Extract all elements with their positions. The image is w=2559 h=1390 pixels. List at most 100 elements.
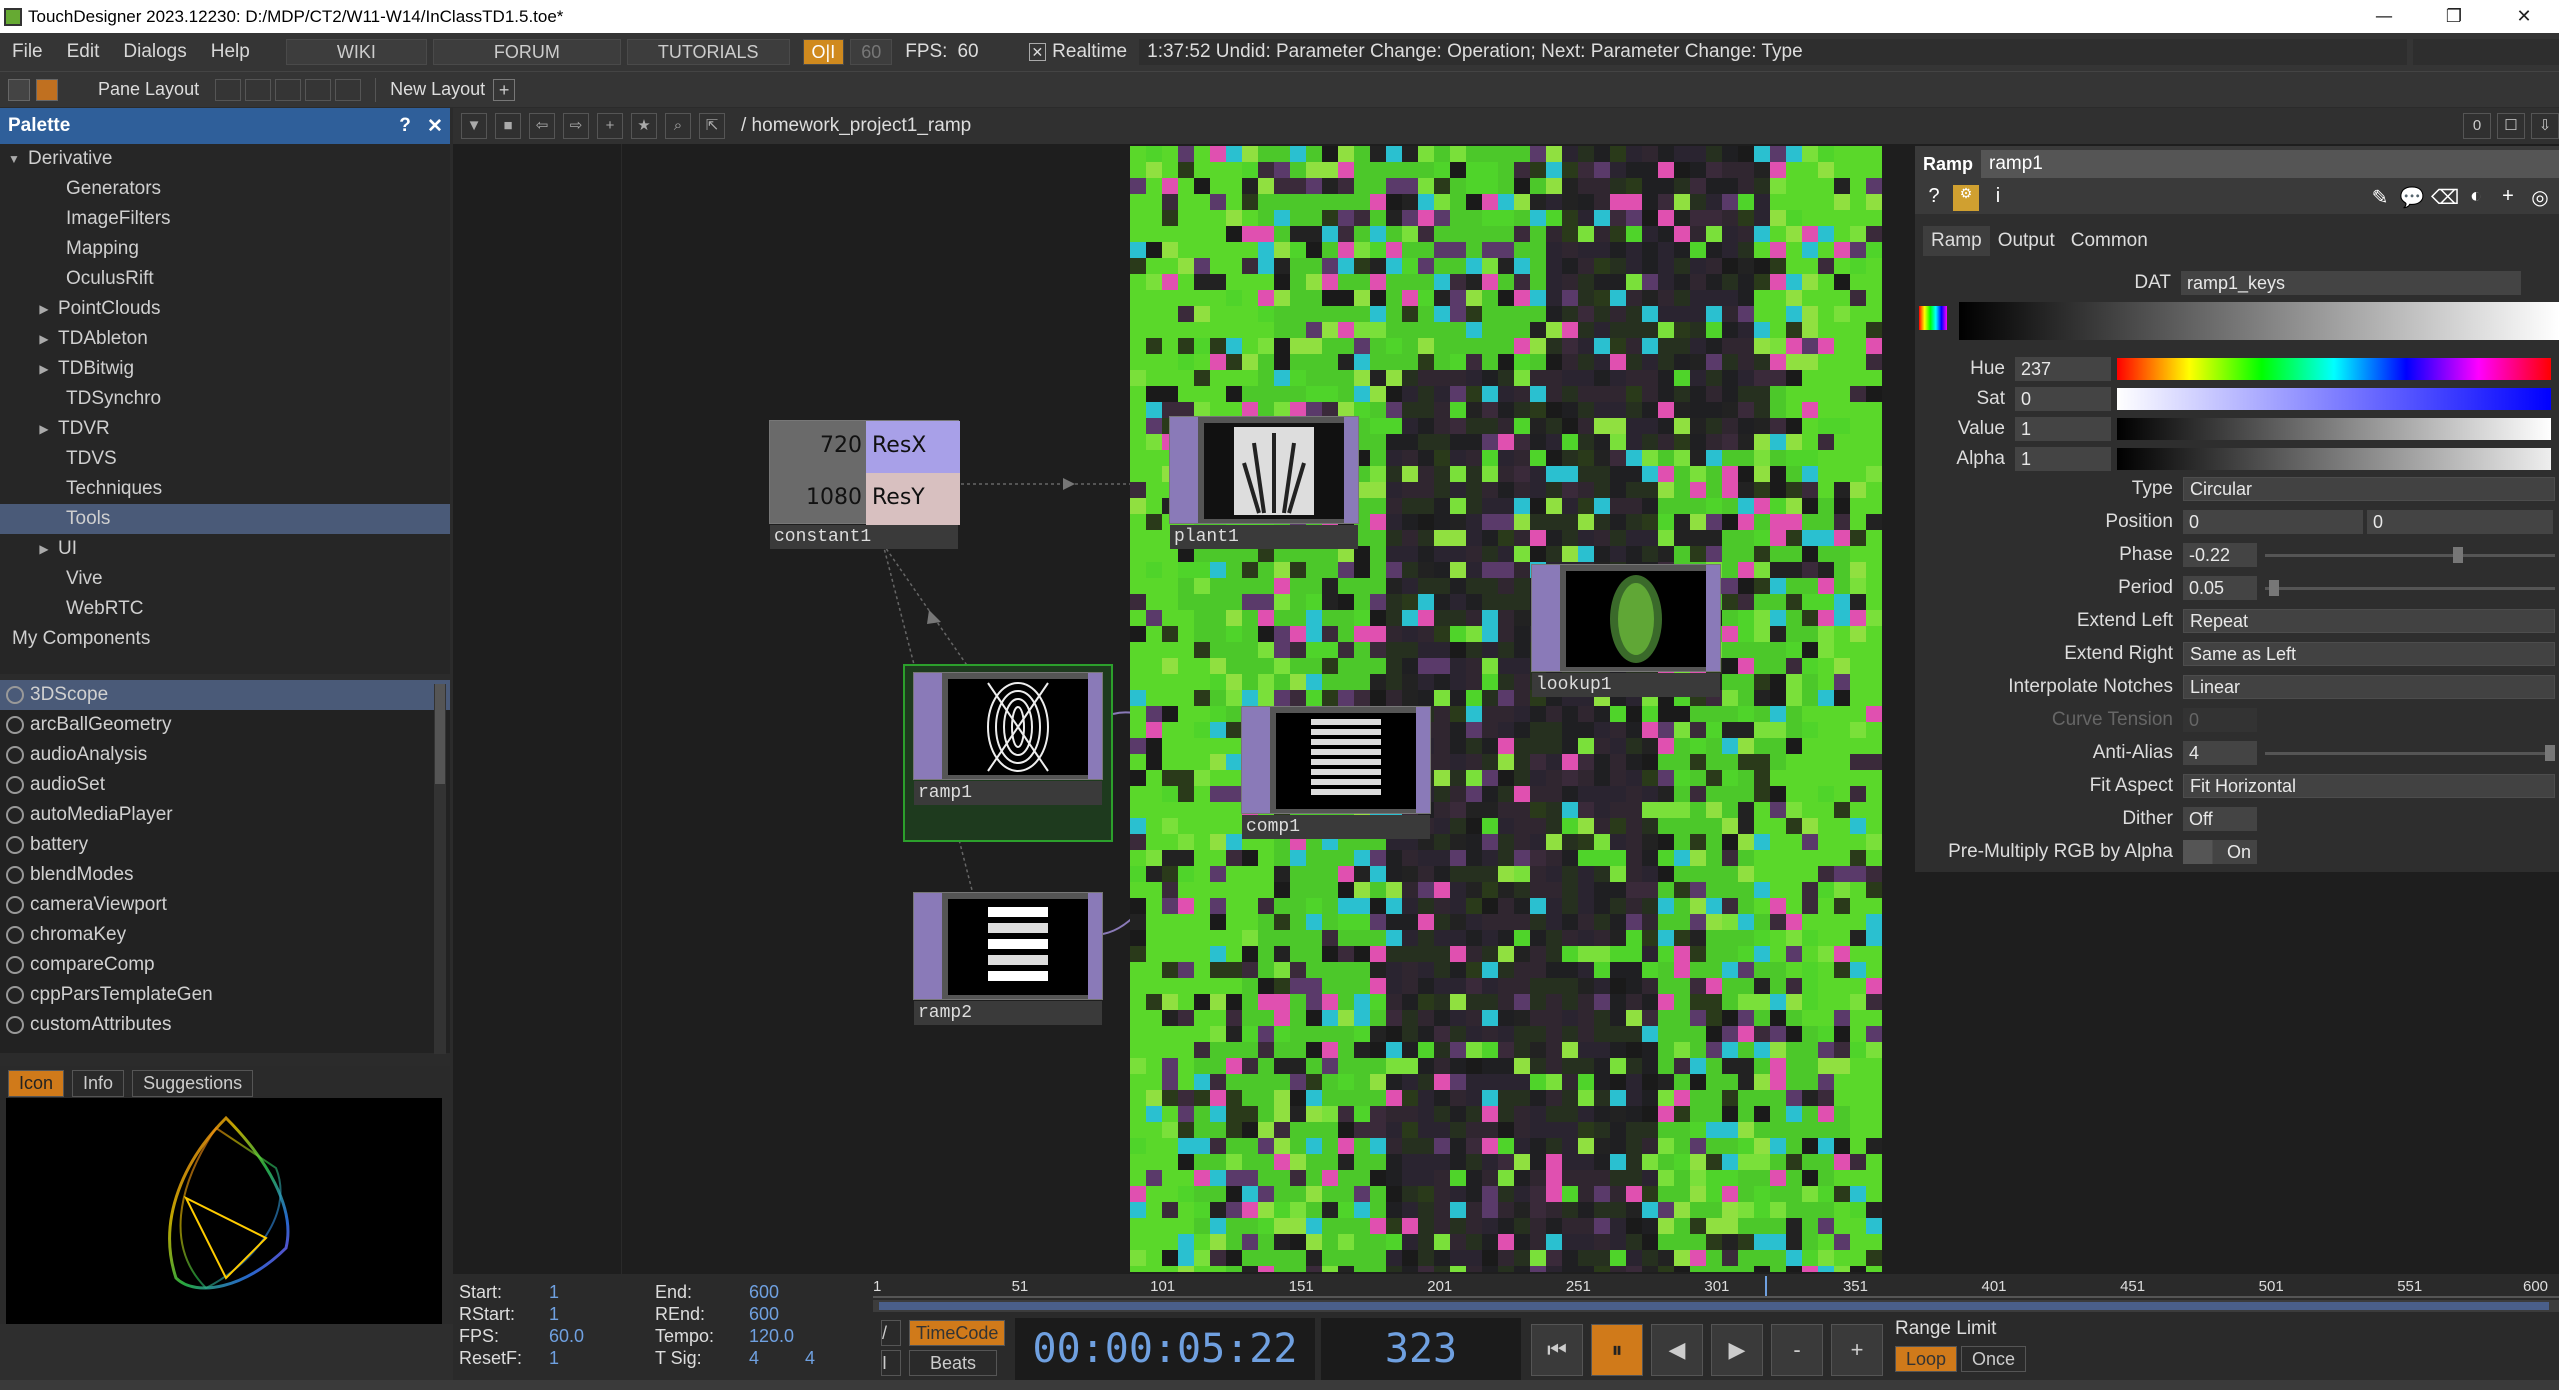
frame-display[interactable]: 323 <box>1321 1318 1521 1380</box>
add-icon[interactable]: + <box>597 113 623 139</box>
realtime-checkbox[interactable]: ✕ <box>1028 43 1047 61</box>
palette-list-item[interactable]: cppParsTemplateGen <box>0 980 450 1010</box>
help-icon[interactable]: ? <box>1921 185 1947 211</box>
tab-info[interactable]: Info <box>72 1069 125 1097</box>
value-slider[interactable] <box>2117 418 2551 440</box>
faster-button[interactable]: + <box>1831 1324 1883 1376</box>
palette-list-item[interactable]: audioAnalysis <box>0 740 450 770</box>
chevron-right-icon[interactable]: ▶ <box>36 542 52 556</box>
close-window-button[interactable]: ✕ <box>2489 6 2559 27</box>
sat-slider[interactable] <box>2117 388 2551 410</box>
comment-icon[interactable]: 💬 <box>2399 185 2425 211</box>
period-slider[interactable] <box>2265 579 2555 596</box>
palette-list-item[interactable]: cameraViewport <box>0 890 450 920</box>
target-icon[interactable]: ◎ <box>2527 185 2553 211</box>
node-ramp1[interactable]: ramp1 <box>913 672 1103 805</box>
network-path[interactable]: / homework_project1_ramp <box>741 115 971 137</box>
edit-icon[interactable]: ✎ <box>2367 185 2393 211</box>
dat-field[interactable]: ramp1_keys <box>2181 271 2521 295</box>
new-layout-button[interactable]: + <box>493 78 516 101</box>
node-name[interactable]: comp1 <box>1242 815 1430 839</box>
python-icon[interactable]: ◐ <box>2463 185 2489 211</box>
palette-tree-item[interactable]: TDSynchro <box>0 384 450 414</box>
end-field[interactable]: 600 <box>749 1282 779 1302</box>
value-field[interactable]: 1 <box>2015 417 2111 441</box>
start-field[interactable]: 1 <box>549 1282 559 1302</box>
extend-left-menu[interactable]: Repeat <box>2183 609 2555 633</box>
node-name[interactable]: plant1 <box>1170 525 1358 549</box>
restore-button[interactable]: ❐ <box>2419 6 2489 27</box>
menu-file[interactable]: File <box>0 41 55 63</box>
playhead[interactable] <box>1765 1276 1768 1296</box>
menu-help[interactable]: Help <box>199 41 262 63</box>
palette-tree-item[interactable]: ▶ TDBitwig <box>0 354 450 384</box>
alpha-slider[interactable] <box>2117 448 2551 470</box>
palette-tree-item[interactable]: Vive <box>0 564 450 594</box>
pause-button[interactable]: ⏸ <box>1591 1324 1643 1376</box>
sat-field[interactable]: 0 <box>2015 387 2111 411</box>
once-button[interactable]: Once <box>1961 1346 2027 1372</box>
tsig-b-field[interactable]: 4 <box>805 1348 815 1368</box>
extend-right-menu[interactable]: Same as Left <box>2183 642 2555 666</box>
stop-icon[interactable]: ■ <box>495 113 521 139</box>
palette-tree-item[interactable]: ImageFilters <box>0 204 450 234</box>
palette-tree-item[interactable]: OculusRift <box>0 264 450 294</box>
pane-icon[interactable] <box>8 78 30 101</box>
palette-list-item[interactable]: blendModes <box>0 860 450 890</box>
wiki-button[interactable]: WIKI <box>285 39 427 65</box>
node-ramp2[interactable]: ramp2 <box>913 892 1103 1025</box>
palette-tree-item[interactable]: Techniques <box>0 474 450 504</box>
palette-tree-item[interactable]: Generators <box>0 174 450 204</box>
phase-field[interactable]: -0.22 <box>2183 543 2257 567</box>
node-lookup1[interactable]: lookup1 <box>1531 564 1721 697</box>
palette-tree-item[interactable]: ▼ Derivative <box>0 144 450 174</box>
python-help-icon[interactable]: ⚙ <box>1953 185 1979 211</box>
layout-single-button[interactable] <box>215 78 242 101</box>
minimize-button[interactable]: — <box>2349 6 2419 27</box>
palette-tree-item[interactable]: Tools <box>0 504 450 534</box>
palette-list-item[interactable]: battery <box>0 830 450 860</box>
palette-tree-item[interactable]: TDVS <box>0 444 450 474</box>
palette-list-item[interactable]: 3DScope <box>0 680 450 710</box>
timecode-button[interactable]: TimeCode <box>909 1320 1006 1346</box>
tc-beat-icon[interactable]: I <box>881 1350 901 1376</box>
loop-button[interactable]: Loop <box>1895 1346 1958 1372</box>
hue-slider[interactable] <box>2117 358 2551 380</box>
position-x-field[interactable]: 0 <box>2183 510 2363 534</box>
palette-tree-item[interactable]: ▶ PointClouds <box>0 294 450 324</box>
perform-mode-button[interactable]: O|I <box>802 39 845 65</box>
resetf-field[interactable]: 1 <box>549 1348 559 1368</box>
antialias-field[interactable]: 4 <box>2183 741 2257 765</box>
ramp-gradient-editor[interactable] <box>1959 302 2559 340</box>
tab-icon[interactable]: Icon <box>8 1069 65 1097</box>
layout-split-v-button[interactable] <box>245 78 272 101</box>
node-comp1[interactable]: comp1 <box>1241 706 1431 839</box>
palette-tree-item[interactable]: ▶ UI <box>0 534 450 564</box>
scroll-thumb[interactable] <box>435 684 445 784</box>
alpha-field[interactable]: 1 <box>2015 447 2111 471</box>
pane-menu-icon[interactable]: ⇩ <box>2531 113 2559 139</box>
node-name[interactable]: ramp1 <box>914 781 1102 805</box>
type-menu[interactable]: Circular <box>2183 477 2555 501</box>
timeline-ruler[interactable]: 1 51 101 151 201 251 301 351 401 451 501 551 600 <box>873 1274 2559 1298</box>
tab-common[interactable]: Common <box>2063 226 2156 256</box>
timecode-display[interactable]: 00:00:05:22 <box>1015 1318 1315 1380</box>
search-icon[interactable]: ⌕ <box>665 113 691 139</box>
premultiply-toggle[interactable]: On <box>2183 840 2257 864</box>
chevron-right-icon[interactable]: ▶ <box>36 302 52 316</box>
chevron-right-icon[interactable]: ▶ <box>36 422 52 436</box>
phase-slider[interactable] <box>2265 546 2555 563</box>
tsig-a-field[interactable]: 4 <box>749 1348 759 1368</box>
palette-list-item[interactable]: customAttributes <box>0 1010 450 1040</box>
forward-icon[interactable]: ⇨ <box>563 113 589 139</box>
tab-suggestions[interactable]: Suggestions <box>132 1069 254 1097</box>
menu-dialogs[interactable]: Dialogs <box>111 41 198 63</box>
parent-icon[interactable]: ⇱ <box>699 113 725 139</box>
home-icon[interactable] <box>36 78 58 101</box>
palette-list-item[interactable]: audioSet <box>0 770 450 800</box>
palette-list-item[interactable]: arcBallGeometry <box>0 710 450 740</box>
layout-split-h-button[interactable] <box>275 78 302 101</box>
maximize-pane-icon[interactable]: ☐ <box>2497 113 2525 139</box>
step-back-button[interactable]: ◀ <box>1651 1324 1703 1376</box>
menu-edit[interactable]: Edit <box>55 41 112 63</box>
